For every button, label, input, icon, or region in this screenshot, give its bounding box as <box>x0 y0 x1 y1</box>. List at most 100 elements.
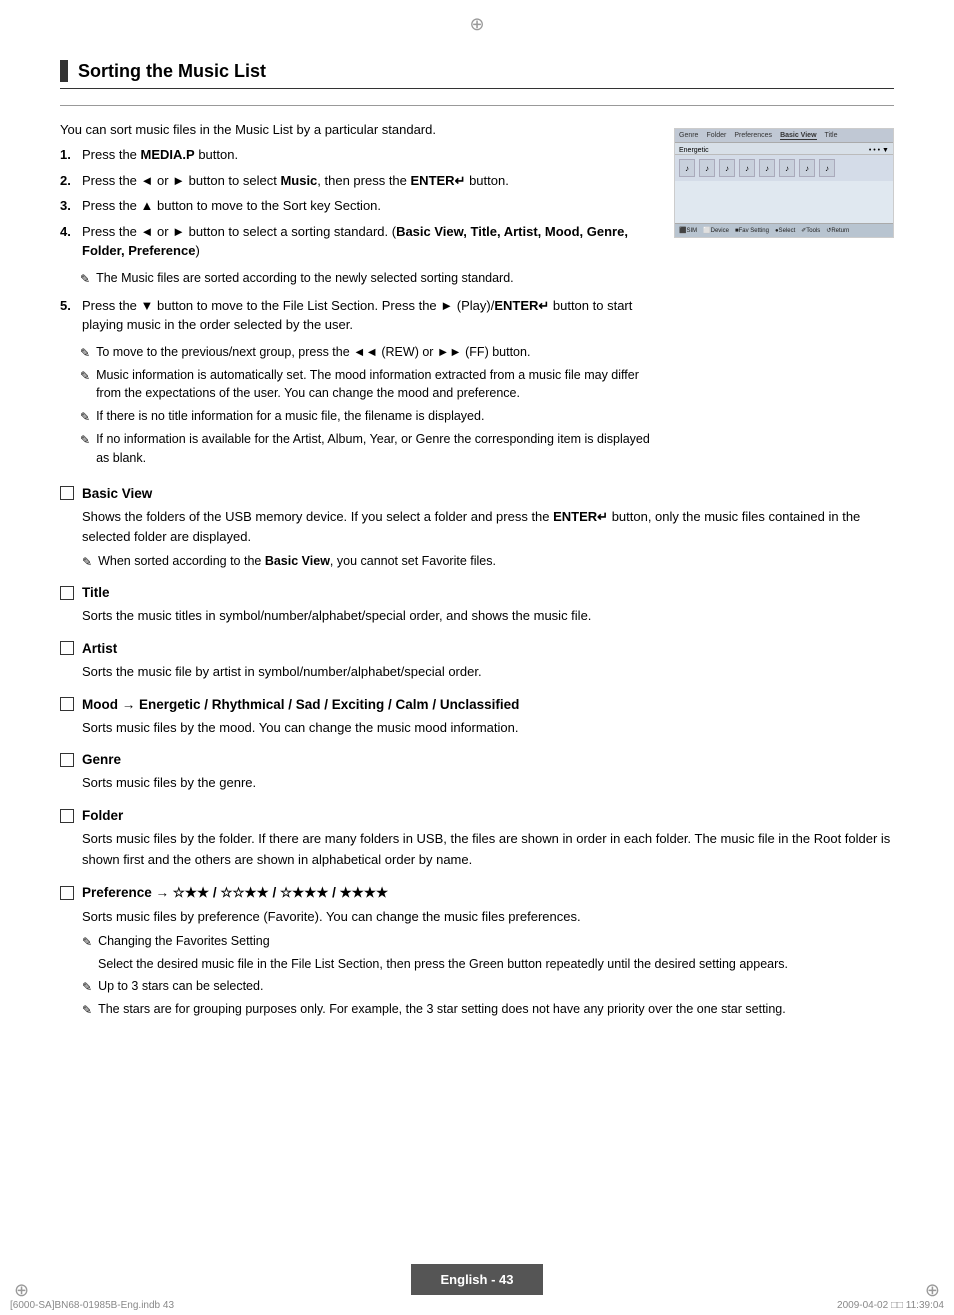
subsection-genre-header: Genre <box>60 752 894 767</box>
note-step5-1: ✎ To move to the previous/next group, pr… <box>80 343 654 362</box>
section-bar <box>60 60 68 82</box>
step-5-num: 5. <box>60 296 76 335</box>
ui-music-item-3: ♪ <box>719 159 735 177</box>
subsection-mood-body: Sorts music files by the mood. You can c… <box>82 718 894 739</box>
ui-return: ↺Return <box>826 227 849 234</box>
steps-list: 1. Press the MEDIA.P button. 2. Press th… <box>60 145 654 261</box>
intro-text: You can sort music files in the Music Li… <box>60 122 654 137</box>
note-pref-3: ✎ Up to 3 stars can be selected. <box>82 977 894 996</box>
note-icon-step4: ✎ <box>80 270 90 288</box>
note-pref-4: ✎ The stars are for grouping purposes on… <box>82 1000 894 1019</box>
subsection-artist-title: Artist <box>82 641 117 656</box>
note-basic-view: ✎ When sorted according to the Basic Vie… <box>82 552 894 571</box>
subsection-title-header: Title <box>60 585 894 600</box>
step-2-content: Press the ◄ or ► button to select Music,… <box>82 171 654 191</box>
checkbox-genre <box>60 753 74 767</box>
ui-music-item-7: ♪ <box>799 159 815 177</box>
subsection-folder: Folder Sorts music files by the folder. … <box>60 808 894 871</box>
ui-tab-genre: Genre <box>679 132 698 139</box>
subsection-basic-view: Basic View Shows the folders of the USB … <box>60 486 894 572</box>
subsection-folder-title: Folder <box>82 808 123 823</box>
ui-music-item-5: ♪ <box>759 159 775 177</box>
screenshot-ui: Genre Folder Preferences Basic View Titl… <box>675 129 893 237</box>
preference-desc: Sorts music files by preference (Favorit… <box>82 907 894 928</box>
subsection-title-body: Sorts the music titles in symbol/number/… <box>82 606 894 627</box>
checkbox-preference <box>60 886 74 900</box>
note-pref-2-text: Select the desired music file in the Fil… <box>98 955 788 974</box>
note-icon-pref-4: ✎ <box>82 1001 92 1019</box>
ui-sim: ⬛SIM <box>679 227 697 234</box>
note-icon-pref-3: ✎ <box>82 978 92 996</box>
note-step5-2: ✎ Music information is automatically set… <box>80 366 654 404</box>
subsection-title: Title Sorts the music titles in symbol/n… <box>60 585 894 627</box>
step-4: 4. Press the ◄ or ► button to select a s… <box>60 222 654 261</box>
subsection-mood-title: Mood → Energetic / Rhythmical / Sad / Ex… <box>82 697 519 712</box>
subsection-preference-title: Preference → ☆★★ / ☆☆★★ / ☆★★★ / ★★★★ <box>82 885 388 901</box>
screenshot-box: Genre Folder Preferences Basic View Titl… <box>674 128 894 238</box>
mood-desc: Sorts music files by the mood. You can c… <box>82 718 894 739</box>
subsection-mood-header: Mood → Energetic / Rhythmical / Sad / Ex… <box>60 697 894 712</box>
ui-music-item-2: ♪ <box>699 159 715 177</box>
footer-label: English - 43 <box>411 1264 544 1295</box>
subsection-preference-body: Sorts music files by preference (Favorit… <box>82 907 894 1020</box>
checkbox-folder <box>60 809 74 823</box>
artist-desc: Sorts the music file by artist in symbol… <box>82 662 894 683</box>
checkbox-basic-view <box>60 486 74 500</box>
step-4-num: 4. <box>60 222 76 261</box>
subsection-folder-body: Sorts music files by the folder. If ther… <box>82 829 894 871</box>
note-pref-1: ✎ Changing the Favorites Setting <box>82 932 894 951</box>
subsection-artist-body: Sorts the music file by artist in symbol… <box>82 662 894 683</box>
subsection-basic-view-body: Shows the folders of the USB memory devi… <box>82 507 894 572</box>
note-icon-pref-1: ✎ <box>82 933 92 951</box>
note-pref-1-text: Changing the Favorites Setting <box>98 932 270 951</box>
checkbox-title <box>60 586 74 600</box>
ui-tab-pref: Preferences <box>734 132 772 139</box>
step-5: 5. Press the ▼ button to move to the Fil… <box>60 296 654 335</box>
ui-energetic-label: Energetic <box>679 147 709 154</box>
checkbox-artist <box>60 641 74 655</box>
subsection-genre-title: Genre <box>82 752 121 767</box>
ui-bottom-bar: ⬛SIM ⬜Device ■Fav Setting ●Select ✐Tools… <box>675 223 893 237</box>
title-desc: Sorts the music titles in symbol/number/… <box>82 606 894 627</box>
subsection-preference-header: Preference → ☆★★ / ☆☆★★ / ☆★★★ / ★★★★ <box>60 885 894 901</box>
note-pref-2: Select the desired music file in the Fil… <box>98 955 894 974</box>
subsection-title-label: Title <box>82 585 110 600</box>
note-pref-4-text: The stars are for grouping purposes only… <box>98 1000 786 1019</box>
folder-desc: Sorts music files by the folder. If ther… <box>82 829 894 871</box>
meta-left: [6000-SA]BN68-01985B-Eng.indb 43 <box>10 1300 174 1311</box>
note-step5-1-text: To move to the previous/next group, pres… <box>96 343 530 362</box>
step-3-num: 3. <box>60 196 76 216</box>
ui-fav: ■Fav Setting <box>735 228 769 234</box>
step-1-content: Press the MEDIA.P button. <box>82 145 654 165</box>
section-header: Sorting the Music List <box>60 60 894 89</box>
subsection-genre: Genre Sorts music files by the genre. <box>60 752 894 794</box>
subsection-artist: Artist Sorts the music file by artist in… <box>60 641 894 683</box>
note-icon-basic-view: ✎ <box>82 553 92 571</box>
ui-music-item-4: ♪ <box>739 159 755 177</box>
ui-music-item-6: ♪ <box>779 159 795 177</box>
note-pref-3-text: Up to 3 stars can be selected. <box>98 977 263 996</box>
step-4-content: Press the ◄ or ► button to select a sort… <box>82 222 654 261</box>
subsection-folder-header: Folder <box>60 808 894 823</box>
note-step4-text: The Music files are sorted according to … <box>96 269 514 288</box>
subsection-basic-view-title: Basic View <box>82 486 152 501</box>
step-2: 2. Press the ◄ or ► button to select Mus… <box>60 171 654 191</box>
ui-select: ●Select <box>775 228 795 234</box>
bottom-meta: [6000-SA]BN68-01985B-Eng.indb 43 2009-04… <box>0 1300 954 1311</box>
meta-right: 2009-04-02 □□ 11:39:04 <box>837 1300 944 1311</box>
checkbox-mood <box>60 697 74 711</box>
note-step5-4: ✎ If no information is available for the… <box>80 430 654 468</box>
ui-search-bar: Energetic • • • ▼ <box>675 143 893 155</box>
step-2-num: 2. <box>60 171 76 191</box>
subsection-basic-view-header: Basic View <box>60 486 894 501</box>
ui-tab-folder: Folder <box>706 132 726 139</box>
ui-tab-basic: Basic View <box>780 132 816 140</box>
main-content: You can sort music files in the Music Li… <box>60 122 894 472</box>
page-container: ⊕ Sorting the Music List You can sort mu… <box>0 0 954 1315</box>
note-icon-1: ✎ <box>80 344 90 362</box>
top-crosshair-icon: ⊕ <box>469 14 484 35</box>
note-icon-4: ✎ <box>80 431 90 468</box>
step-1-num: 1. <box>60 145 76 165</box>
note-step5-2-text: Music information is automatically set. … <box>96 366 654 404</box>
ui-device: ⬜Device <box>703 227 729 234</box>
